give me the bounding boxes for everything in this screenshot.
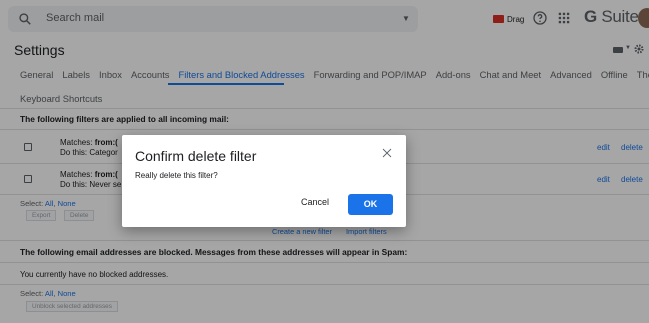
ok-button[interactable]: OK [348, 194, 393, 215]
dialog-message: Really delete this filter? [135, 171, 218, 180]
close-icon[interactable] [381, 147, 393, 159]
cancel-button[interactable]: Cancel [301, 197, 329, 207]
dialog-title: Confirm delete filter [135, 148, 257, 164]
confirm-delete-dialog: Confirm delete filter Really delete this… [122, 135, 406, 227]
